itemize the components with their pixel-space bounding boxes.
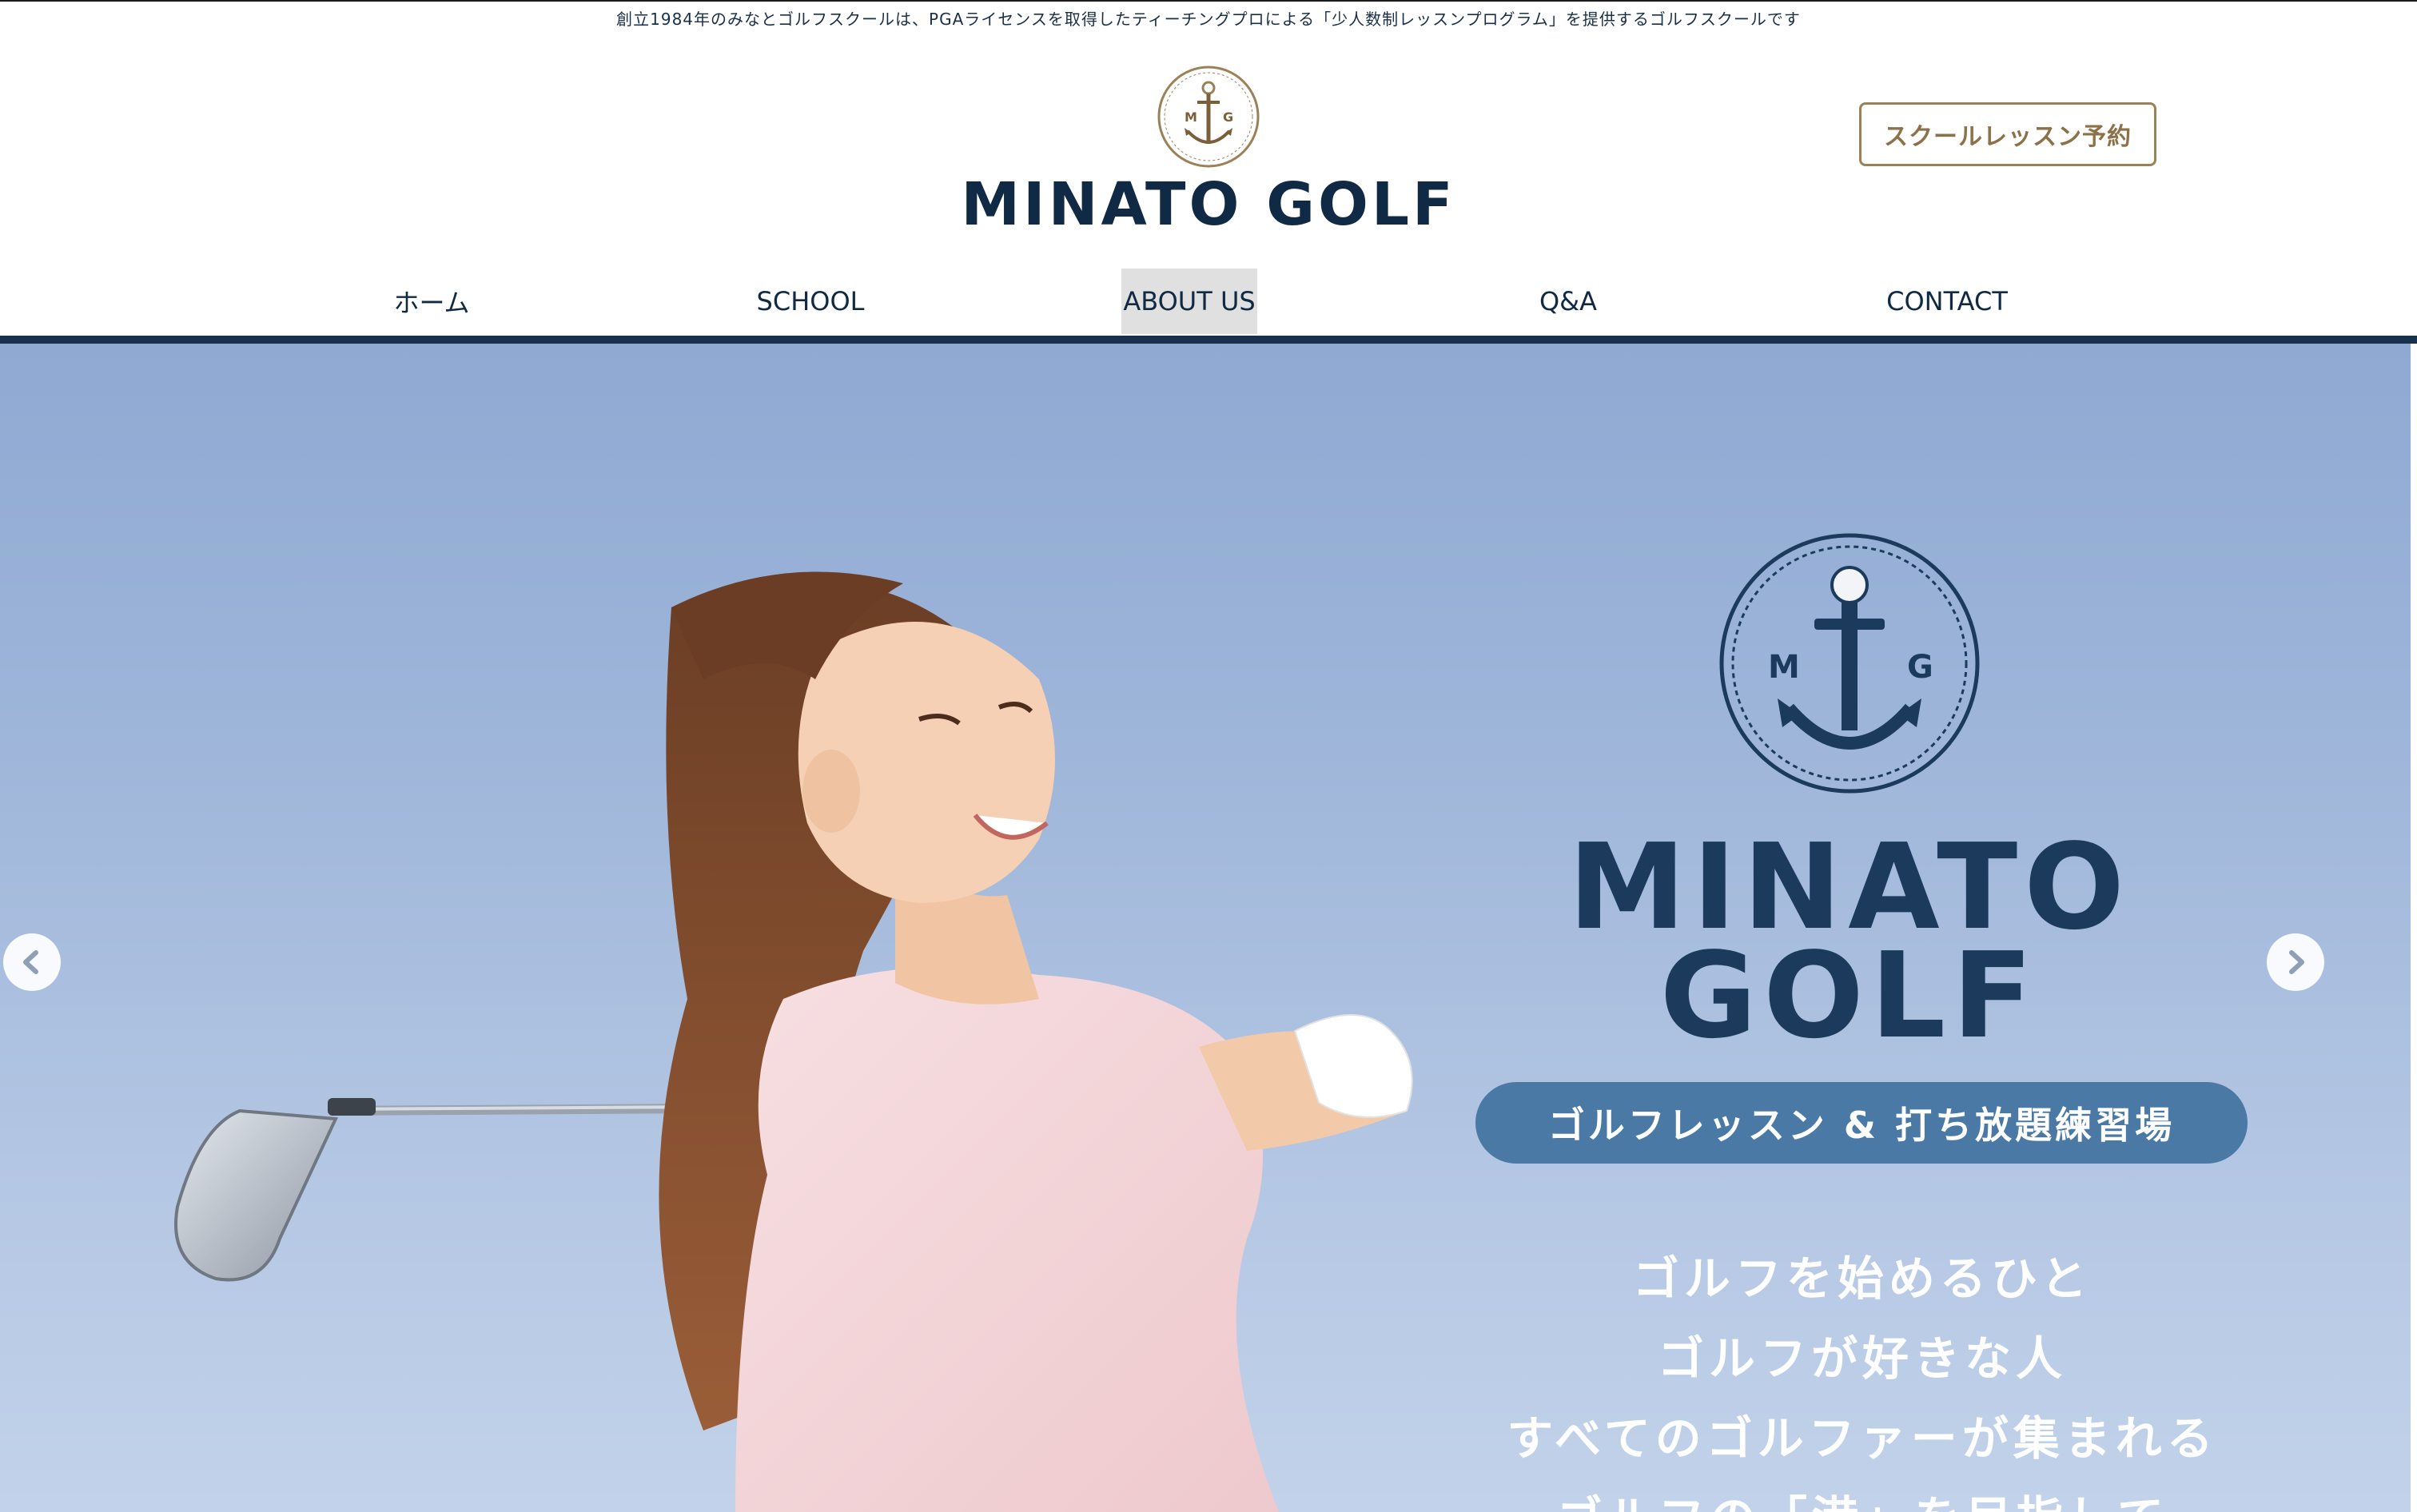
- anchor-icon: M G: [1719, 533, 1980, 794]
- hero-copy-line: ゴルフを始めるひと: [1632, 1251, 2092, 1306]
- nav-item-label: ABOUT US: [1121, 269, 1257, 334]
- hero-copy-line: すべてのゴルファーが集まれる: [1507, 1411, 2218, 1466]
- page-scroll-edge: [2411, 344, 2417, 1512]
- slider-next-button[interactable]: [2267, 933, 2324, 991]
- top-border: [0, 0, 2417, 2]
- hero-emblem-letter-g: G: [1907, 649, 1933, 686]
- anchor-logo-icon[interactable]: M G: [1156, 64, 1261, 169]
- nav-item-qa[interactable]: Q&A: [1400, 269, 1736, 334]
- nav-item-label: ホーム: [393, 288, 470, 318]
- hero-subtitle-pill: ゴルフレッスン & 打ち放題練習場: [1475, 1082, 2248, 1164]
- hero-copy-line: ゴルフが好きな人: [1657, 1331, 2067, 1386]
- site-logo-text[interactable]: MINATO GOLF: [959, 165, 1458, 245]
- hero-brand-name: MINATO GOLF: [1503, 818, 2196, 1064]
- hero-copy: ゴルフを始めるひと ゴルフが好きな人 すべてのゴルファーが集まれる ゴルフの「港…: [1463, 1239, 2262, 1512]
- chevron-right-icon: [2289, 950, 2304, 974]
- school-lesson-reservation-button[interactable]: スクールレッスン予約: [1859, 102, 2156, 166]
- site-tagline: 創立1984年のみなとゴルフスクールは、PGAライセンスを取得したティーチングプ…: [616, 10, 1801, 29]
- logo-letter-g: G: [1223, 109, 1233, 125]
- nav-item-label: Q&A: [1539, 286, 1598, 316]
- nav-item-contact[interactable]: CONTACT: [1779, 269, 2115, 334]
- nav-item-label: CONTACT: [1886, 286, 2008, 316]
- slider-prev-button[interactable]: [3, 933, 61, 991]
- main-nav: ホーム SCHOOL ABOUT US Q&A CONTACT: [0, 269, 2417, 336]
- nav-item-home[interactable]: ホーム: [264, 269, 599, 334]
- hero-slider: M G MINATO GOLF ゴルフレッスン & 打ち放題練習場 ゴルフを始め…: [0, 344, 2417, 1512]
- nav-item-school[interactable]: SCHOOL: [643, 269, 978, 334]
- hero-emblem-letter-m: M: [1768, 649, 1800, 686]
- logo-letter-m: M: [1185, 109, 1197, 125]
- hero-brand-line: GOLF: [1659, 927, 2040, 1064]
- nav-item-label: SCHOOL: [756, 286, 865, 316]
- chevron-left-icon: [23, 950, 38, 974]
- hero-copy-line: ゴルフの「港」を目指して: [1463, 1478, 2262, 1512]
- nav-item-about-us[interactable]: ABOUT US: [1021, 269, 1357, 334]
- hero-brand-line: MINATO: [1567, 818, 2132, 956]
- nav-divider: [0, 336, 2417, 344]
